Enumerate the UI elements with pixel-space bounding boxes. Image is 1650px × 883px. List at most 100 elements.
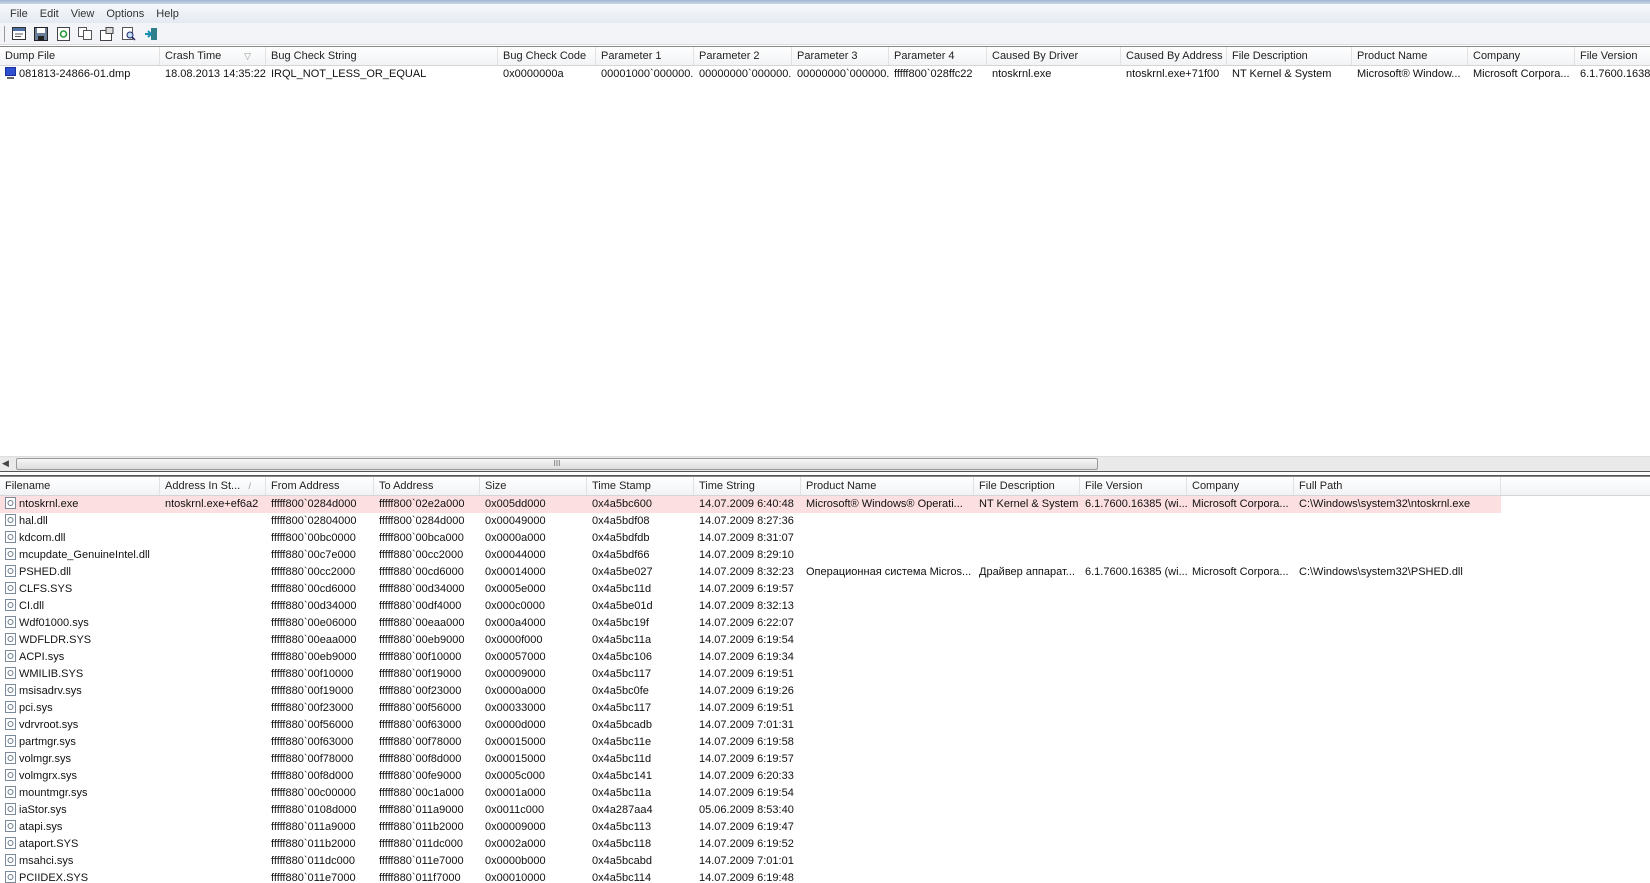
cell-text: 0x0000000a (503, 68, 564, 80)
table-row[interactable]: pci.sys fffff880`00f23000 fffff880`00f5600… (0, 700, 1650, 717)
column-header[interactable]: Company (1187, 477, 1294, 495)
table-cell: fffff880`00eb9000 (266, 649, 374, 666)
column-header[interactable]: Company (1468, 47, 1575, 65)
column-header[interactable]: Parameter 2 (694, 47, 792, 65)
table-cell (801, 530, 974, 547)
table-row[interactable]: msisadrv.sys fffff880`00f19000 fffff880`00… (0, 683, 1650, 700)
table-cell (1080, 598, 1187, 615)
menu-help[interactable]: Help (150, 8, 185, 20)
column-header[interactable]: Parameter 3 (792, 47, 889, 65)
cell-text: WMILIB.SYS (19, 668, 84, 680)
table-row[interactable]: partmgr.sys fffff880`00f63000 fffff880`00f… (0, 734, 1650, 751)
column-header[interactable]: Time Stamp (587, 477, 694, 495)
column-header[interactable]: To Address (374, 477, 480, 495)
table-cell: fffff880`011a9000 (374, 802, 480, 819)
menu-options[interactable]: Options (100, 8, 150, 20)
find-button[interactable] (120, 25, 138, 43)
refresh-button[interactable] (54, 25, 72, 43)
scrollbar-thumb[interactable]: III (16, 458, 1098, 470)
table-cell: 0x4a5bc118 (587, 836, 694, 853)
properties-button[interactable] (10, 25, 28, 43)
column-header[interactable]: Filename (0, 477, 160, 495)
table-cell: fffff800`00bca000 (374, 530, 480, 547)
table-cell: 0x4a5bcadb (587, 717, 694, 734)
cell-text: ntoskrnl.exe+ef6a2 (165, 498, 259, 510)
table-row[interactable]: mountmgr.sys fffff880`00c00000 fffff880`00… (0, 785, 1650, 802)
column-header[interactable]: Bug Check Code (498, 47, 596, 65)
table-row[interactable]: volmgrx.sys fffff880`00f8d000 fffff880`00f… (0, 768, 1650, 785)
table-row[interactable]: msahci.sys fffff880`011dc000 fffff880`011e… (0, 853, 1650, 870)
driver-file-icon (5, 735, 16, 747)
table-row[interactable]: PCIIDEX.SYS fffff880`011e7000 fffff880`011… (0, 870, 1650, 883)
scroll-left-arrow-icon[interactable]: ◀ (2, 458, 9, 469)
cell-text: fffff880`00eb9000 (379, 634, 465, 646)
column-header[interactable]: Bug Check String (266, 47, 498, 65)
table-cell: ntoskrnl.exe (0, 496, 160, 513)
column-header[interactable]: Parameter 4 (889, 47, 987, 65)
column-header[interactable]: Crash Time ▽ (160, 47, 266, 65)
menu-file[interactable]: File (4, 8, 34, 20)
menu-edit[interactable]: Edit (34, 8, 65, 20)
cell-text: mountmgr.sys (19, 787, 88, 799)
menu-bar: File Edit View Options Help (0, 4, 1650, 23)
cell-text: 14.07.2009 6:19:47 (699, 821, 794, 833)
column-header[interactable]: Caused By Address (1121, 47, 1227, 65)
table-row[interactable]: ataport.SYS fffff880`011b2000 fffff880`011… (0, 836, 1650, 853)
column-header[interactable]: From Address (266, 477, 374, 495)
column-header[interactable]: Size (480, 477, 587, 495)
exit-button[interactable] (142, 25, 160, 43)
column-header[interactable]: File Description (1227, 47, 1352, 65)
table-row[interactable]: 081813-24866-01.dmp 18.08.2013 14:35:22 IR… (0, 66, 1650, 83)
table-cell (1187, 717, 1294, 734)
table-cell (1080, 751, 1187, 768)
cell-text: fffff880`011e7000 (379, 855, 464, 867)
loaded-drivers-list[interactable]: Filename Address In St... / From Address To … (0, 476, 1650, 883)
column-header-label: Product Name (806, 480, 877, 492)
table-row[interactable]: hal.dll fffff800`02804000 fffff800`0284d00… (0, 513, 1650, 530)
save-button[interactable] (32, 25, 50, 43)
column-header[interactable]: File Version (1575, 47, 1650, 65)
column-header[interactable]: Caused By Driver (987, 47, 1121, 65)
table-row[interactable]: Wdf01000.sys fffff880`00e06000 fffff880`00… (0, 615, 1650, 632)
table-row[interactable]: atapi.sys fffff880`011a9000 fffff880`011b2… (0, 819, 1650, 836)
table-row[interactable]: volmgr.sys fffff880`00f78000 fffff880`00f8… (0, 751, 1650, 768)
column-header[interactable]: Parameter 1 (596, 47, 694, 65)
column-header[interactable]: File Description (974, 477, 1080, 495)
table-row[interactable]: vdrvroot.sys fffff880`00f56000 fffff880`00… (0, 717, 1650, 734)
crash-dumps-list[interactable]: Dump File Crash Time ▽ Bug Check String Bug … (0, 46, 1650, 456)
cell-text: Microsoft Corpora... (1473, 68, 1570, 80)
column-header[interactable]: Product Name (1352, 47, 1468, 65)
table-row[interactable]: WMILIB.SYS fffff880`00f10000 fffff880`00f1… (0, 666, 1650, 683)
advanced-options-button[interactable] (98, 25, 116, 43)
column-header[interactable]: Product Name (801, 477, 974, 495)
table-row[interactable]: ACPI.sys fffff880`00eb9000 fffff880`00f100… (0, 649, 1650, 666)
table-row[interactable]: CLFS.SYS fffff880`00cd6000 fffff880`00d340… (0, 581, 1650, 598)
copy-button[interactable] (76, 25, 94, 43)
table-row[interactable]: mcupdate_GenuineIntel.dll fffff880`00c7e0… (0, 547, 1650, 564)
cell-text: 0x005dd000 (485, 498, 546, 510)
horizontal-scrollbar[interactable]: ◀ III (0, 456, 1650, 471)
cell-text: fffff880`00df4000 (379, 600, 462, 612)
table-row[interactable]: PSHED.dll fffff880`00cc2000 fffff880`00cd6… (0, 564, 1650, 581)
cell-text: fffff880`011f7000 (379, 872, 461, 883)
column-header[interactable]: Full Path (1294, 477, 1501, 495)
table-row[interactable]: CI.dll fffff880`00d34000 fffff880`00df4000… (0, 598, 1650, 615)
table-cell: Microsoft® Windows® Operati... (801, 496, 974, 513)
column-header[interactable]: Dump File (0, 47, 160, 65)
column-header[interactable]: Address In St... / (160, 477, 266, 495)
table-row[interactable]: ntoskrnl.exe ntoskrnl.exe+ef6a2 fffff800`0… (0, 496, 1650, 513)
table-cell (1294, 581, 1501, 598)
table-cell: fffff800`02804000 (266, 513, 374, 530)
column-header[interactable]: Time String (694, 477, 801, 495)
column-header-label: Filename (5, 480, 51, 492)
table-cell (1187, 870, 1294, 883)
table-cell (1080, 734, 1187, 751)
table-cell: fffff880`00f23000 (374, 683, 480, 700)
table-cell: fffff800`0284d000 (266, 496, 374, 513)
table-row[interactable]: kdcom.dll fffff800`00bc0000 fffff800`00bca… (0, 530, 1650, 547)
menu-view[interactable]: View (65, 8, 101, 20)
table-row[interactable]: iaStor.sys fffff880`0108d000 fffff880`011a… (0, 802, 1650, 819)
table-cell (1080, 581, 1187, 598)
column-header[interactable]: File Version (1080, 477, 1187, 495)
table-row[interactable]: WDFLDR.SYS fffff880`00eaa000 fffff880`00eb… (0, 632, 1650, 649)
